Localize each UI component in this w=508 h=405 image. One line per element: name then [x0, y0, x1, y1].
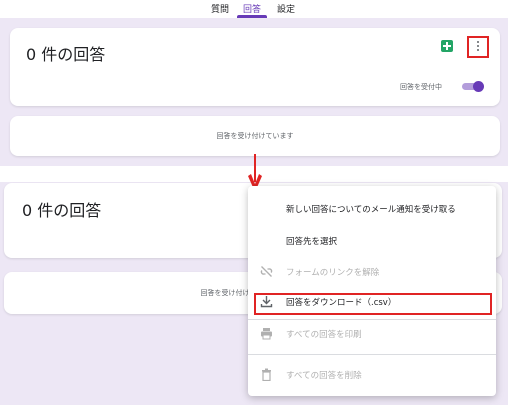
- trash-icon: [262, 368, 271, 381]
- menu-item-label: すべての回答を削除: [286, 371, 362, 381]
- response-status-message: 回答を受け付けています: [216, 132, 294, 140]
- more-options-menu: 新しい回答についてのメール通知を受け取る 回答先を選択 フォームのリンクを解除 …: [248, 186, 496, 396]
- more-vert-icon: [476, 41, 480, 53]
- response-count-title-2: 0 件の回答: [22, 201, 102, 220]
- sheets-icon[interactable]: [441, 40, 453, 52]
- menu-item-label: すべての回答を印刷: [286, 330, 362, 340]
- accepting-responses-label: 回答を受付中: [400, 83, 442, 91]
- print-icon: [261, 328, 272, 340]
- response-status-card: 回答を受け付けています: [10, 116, 500, 156]
- response-count-title: 0 件の回答: [26, 45, 106, 64]
- tab-settings[interactable]: 設定: [277, 2, 295, 15]
- menu-item-delete-all: すべての回答を削除: [248, 360, 496, 388]
- tab-questions[interactable]: 質問: [211, 2, 229, 15]
- unlink-icon: [260, 266, 273, 277]
- menu-item-email-notify[interactable]: 新しい回答についてのメール通知を受け取る: [248, 194, 496, 222]
- more-options-button[interactable]: [467, 36, 489, 58]
- tab-bar: 質問 回答 設定: [0, 0, 508, 18]
- menu-item-unlink-form: フォームのリンクを解除: [248, 257, 496, 285]
- download-highlight-box: [254, 293, 492, 315]
- menu-item-select-destination[interactable]: 回答先を選択: [248, 226, 496, 254]
- accepting-responses-toggle[interactable]: [460, 81, 484, 92]
- menu-item-label: 新しい回答についてのメール通知を受け取る: [286, 205, 456, 215]
- menu-divider-2: [248, 354, 496, 355]
- active-tab-indicator: [237, 15, 267, 18]
- responses-summary-card: 0 件の回答 回答を受付中: [10, 28, 500, 106]
- menu-item-print-all: すべての回答を印刷: [248, 319, 496, 347]
- menu-item-label: フォームのリンクを解除: [286, 268, 380, 278]
- menu-item-label: 回答先を選択: [286, 237, 338, 247]
- tab-responses[interactable]: 回答: [243, 2, 261, 15]
